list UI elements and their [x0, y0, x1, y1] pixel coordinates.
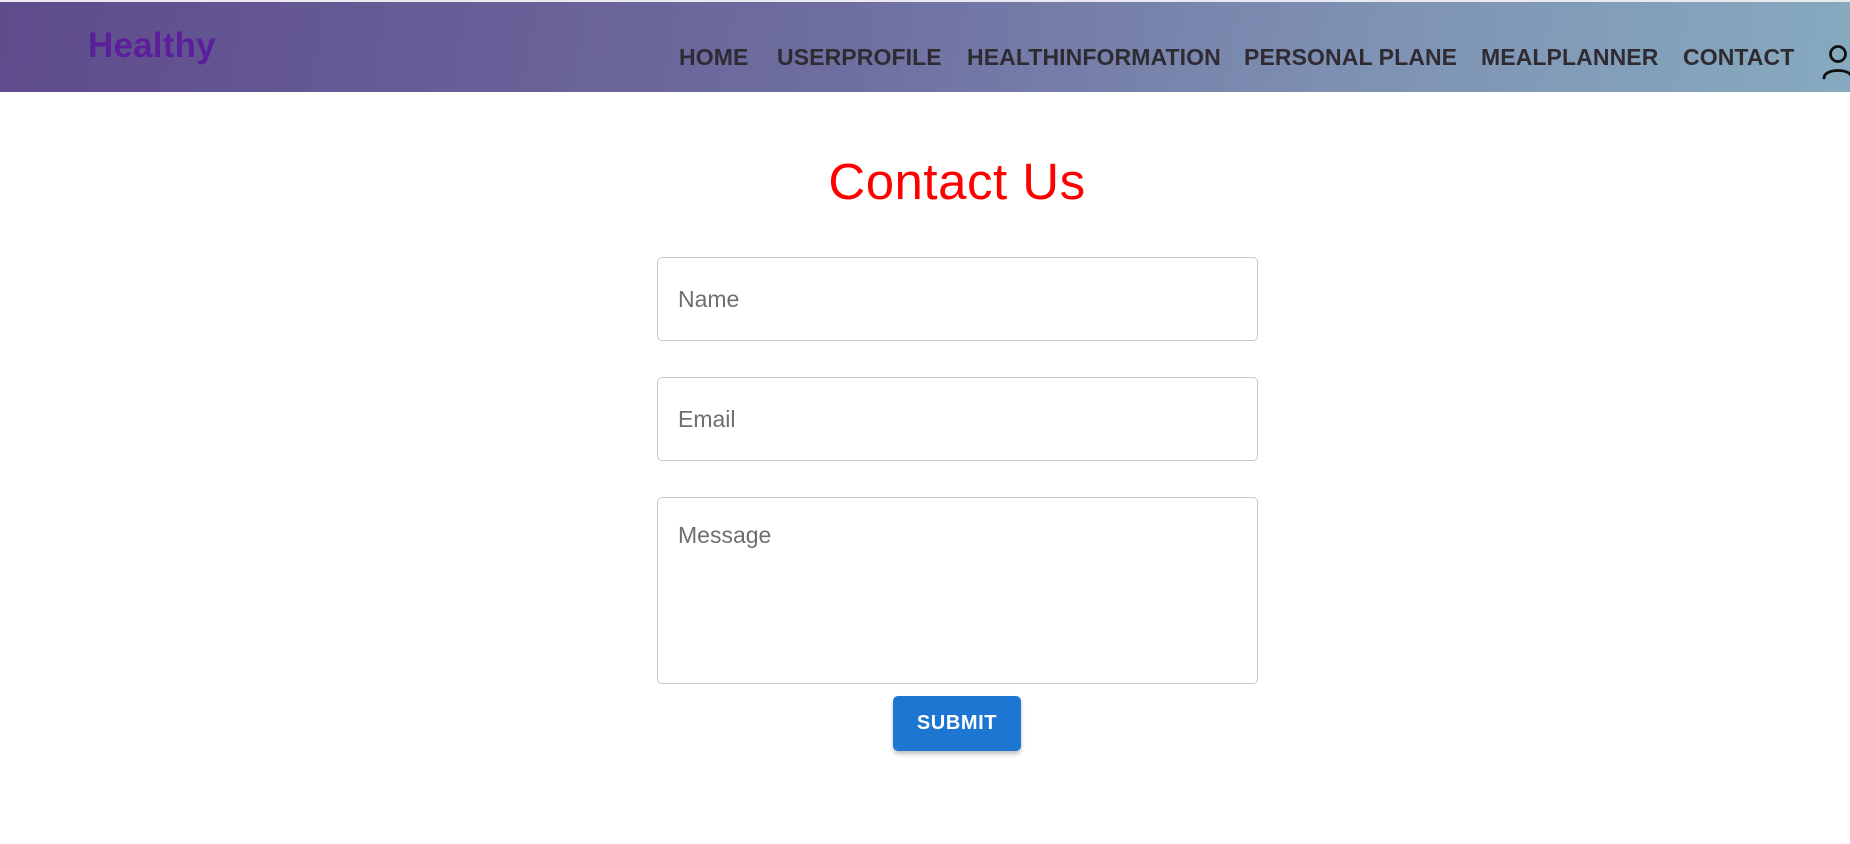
- nav-healthinformation[interactable]: HEALTHINFORMATION: [967, 44, 1221, 71]
- nav-userprofile[interactable]: USERPROFILE: [777, 44, 942, 71]
- nav-home[interactable]: HOME: [679, 44, 748, 71]
- user-icon[interactable]: [1822, 42, 1850, 82]
- top-navbar: Healthy HOME USERPROFILE HEALTHINFORMATI…: [0, 0, 1850, 92]
- nav-personal-plane[interactable]: PERSONAL PLANE: [1244, 44, 1457, 71]
- page-title: Contact Us: [828, 153, 1086, 210]
- message-field[interactable]: [657, 497, 1258, 684]
- submit-button[interactable]: SUBMIT: [893, 696, 1021, 751]
- email-field[interactable]: [657, 377, 1258, 461]
- name-field[interactable]: [657, 257, 1258, 341]
- main-nav: HOME USERPROFILE HEALTHINFORMATION PERSO…: [0, 44, 1850, 72]
- nav-contact[interactable]: CONTACT: [1683, 44, 1794, 71]
- nav-mealplanner[interactable]: MEALPLANNER: [1481, 44, 1658, 71]
